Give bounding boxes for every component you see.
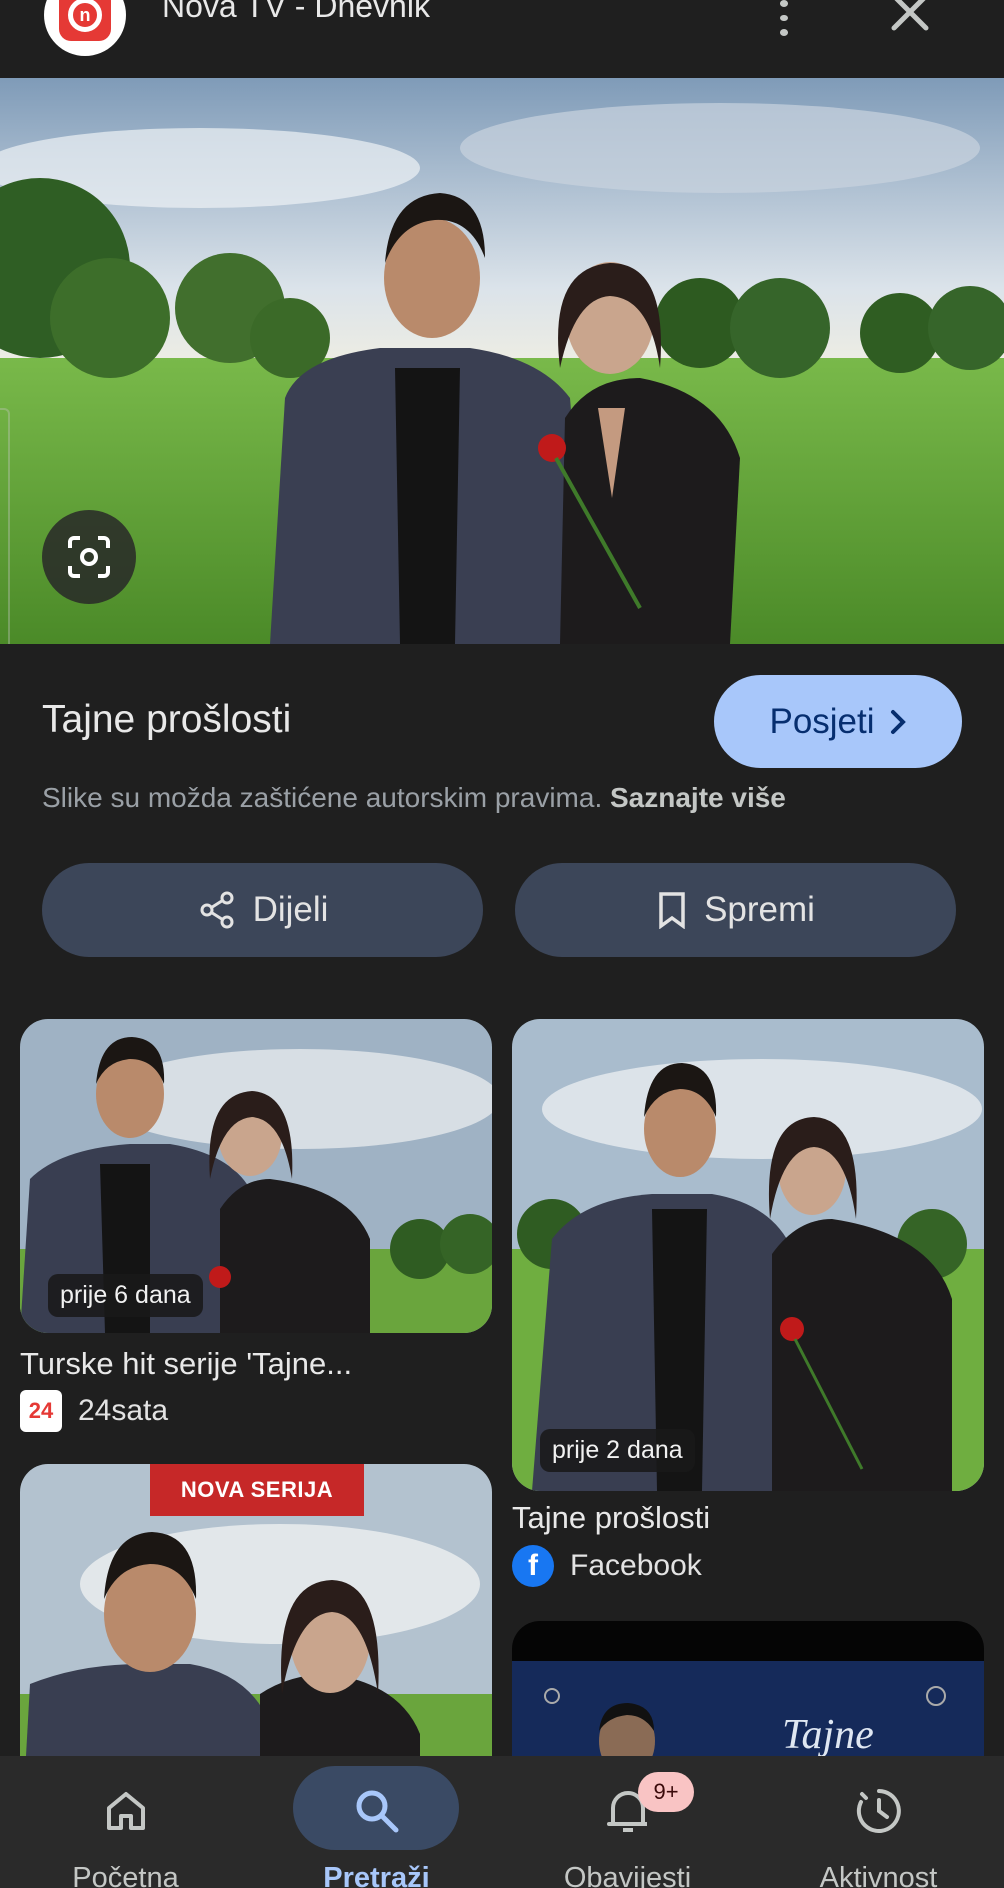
- save-label: Spremi: [704, 890, 815, 929]
- share-label: Dijeli: [252, 890, 329, 929]
- source-name: Facebook: [570, 1549, 702, 1582]
- facebook-logo-icon: f: [512, 1545, 554, 1587]
- share-icon: [200, 891, 234, 929]
- share-button[interactable]: Dijeli: [42, 863, 483, 957]
- more-options-icon[interactable]: [770, 0, 798, 37]
- top-bar: n Nova TV - Dnevnik: [0, 0, 1004, 78]
- nav-label: Pretraži: [323, 1862, 430, 1888]
- source-name: 24sata: [78, 1394, 169, 1427]
- visit-label: Posjeti: [769, 701, 875, 741]
- notification-count-badge: 9+: [638, 1772, 694, 1812]
- nav-label: Aktivnost: [819, 1862, 938, 1888]
- bottom-navigation: Početna Pretraži 9+ Obavijesti Aktivnost: [0, 1756, 1004, 1888]
- related-image-1[interactable]: prije 6 dana: [20, 1019, 492, 1333]
- nav-item-notifications[interactable]: 9+ Obavijesti: [502, 1756, 753, 1888]
- nav-item-home[interactable]: Početna: [0, 1756, 251, 1888]
- close-icon[interactable]: [886, 0, 934, 34]
- search-icon: [352, 1786, 402, 1836]
- nav-item-search[interactable]: Pretraži: [251, 1756, 502, 1888]
- save-button[interactable]: Spremi: [515, 863, 956, 957]
- related-title-1[interactable]: Turske hit serije 'Tajne...: [20, 1346, 352, 1382]
- hero-image[interactable]: [0, 78, 1004, 644]
- 24sata-logo-icon: 24: [20, 1390, 62, 1432]
- site-logo: n: [44, 0, 126, 56]
- site-title: Nova TV - Dnevnik: [162, 0, 430, 24]
- new-series-badge: NOVA SERIJA: [150, 1464, 364, 1516]
- nav-label: Početna: [72, 1862, 179, 1888]
- lens-search-icon[interactable]: [42, 510, 136, 604]
- related-title-2[interactable]: Tajne prošlosti: [512, 1500, 710, 1536]
- result-title: Tajne prošlosti: [42, 698, 292, 741]
- related-source-2[interactable]: f Facebook: [512, 1545, 702, 1587]
- nav-label: Obavijesti: [563, 1862, 692, 1888]
- time-chip: prije 6 dana: [48, 1274, 203, 1317]
- scroll-edge: [0, 408, 10, 644]
- card-overlay-title: Tajne: [782, 1712, 874, 1758]
- bookmark-icon: [659, 892, 685, 929]
- activity-icon: [854, 1786, 904, 1836]
- learn-more-link[interactable]: Saznajte više: [610, 782, 786, 813]
- copyright-notice: Slike su možda zaštićene autorskim pravi…: [42, 782, 786, 813]
- time-chip: prije 2 dana: [540, 1429, 695, 1472]
- related-image-2[interactable]: prije 2 dana: [512, 1019, 984, 1491]
- chevron-right-icon: [890, 709, 906, 734]
- related-source-1[interactable]: 24 24sata: [20, 1390, 168, 1432]
- home-icon: [101, 1786, 151, 1836]
- visit-button[interactable]: Posjeti: [714, 675, 962, 768]
- nav-item-activity[interactable]: Aktivnost: [753, 1756, 1004, 1888]
